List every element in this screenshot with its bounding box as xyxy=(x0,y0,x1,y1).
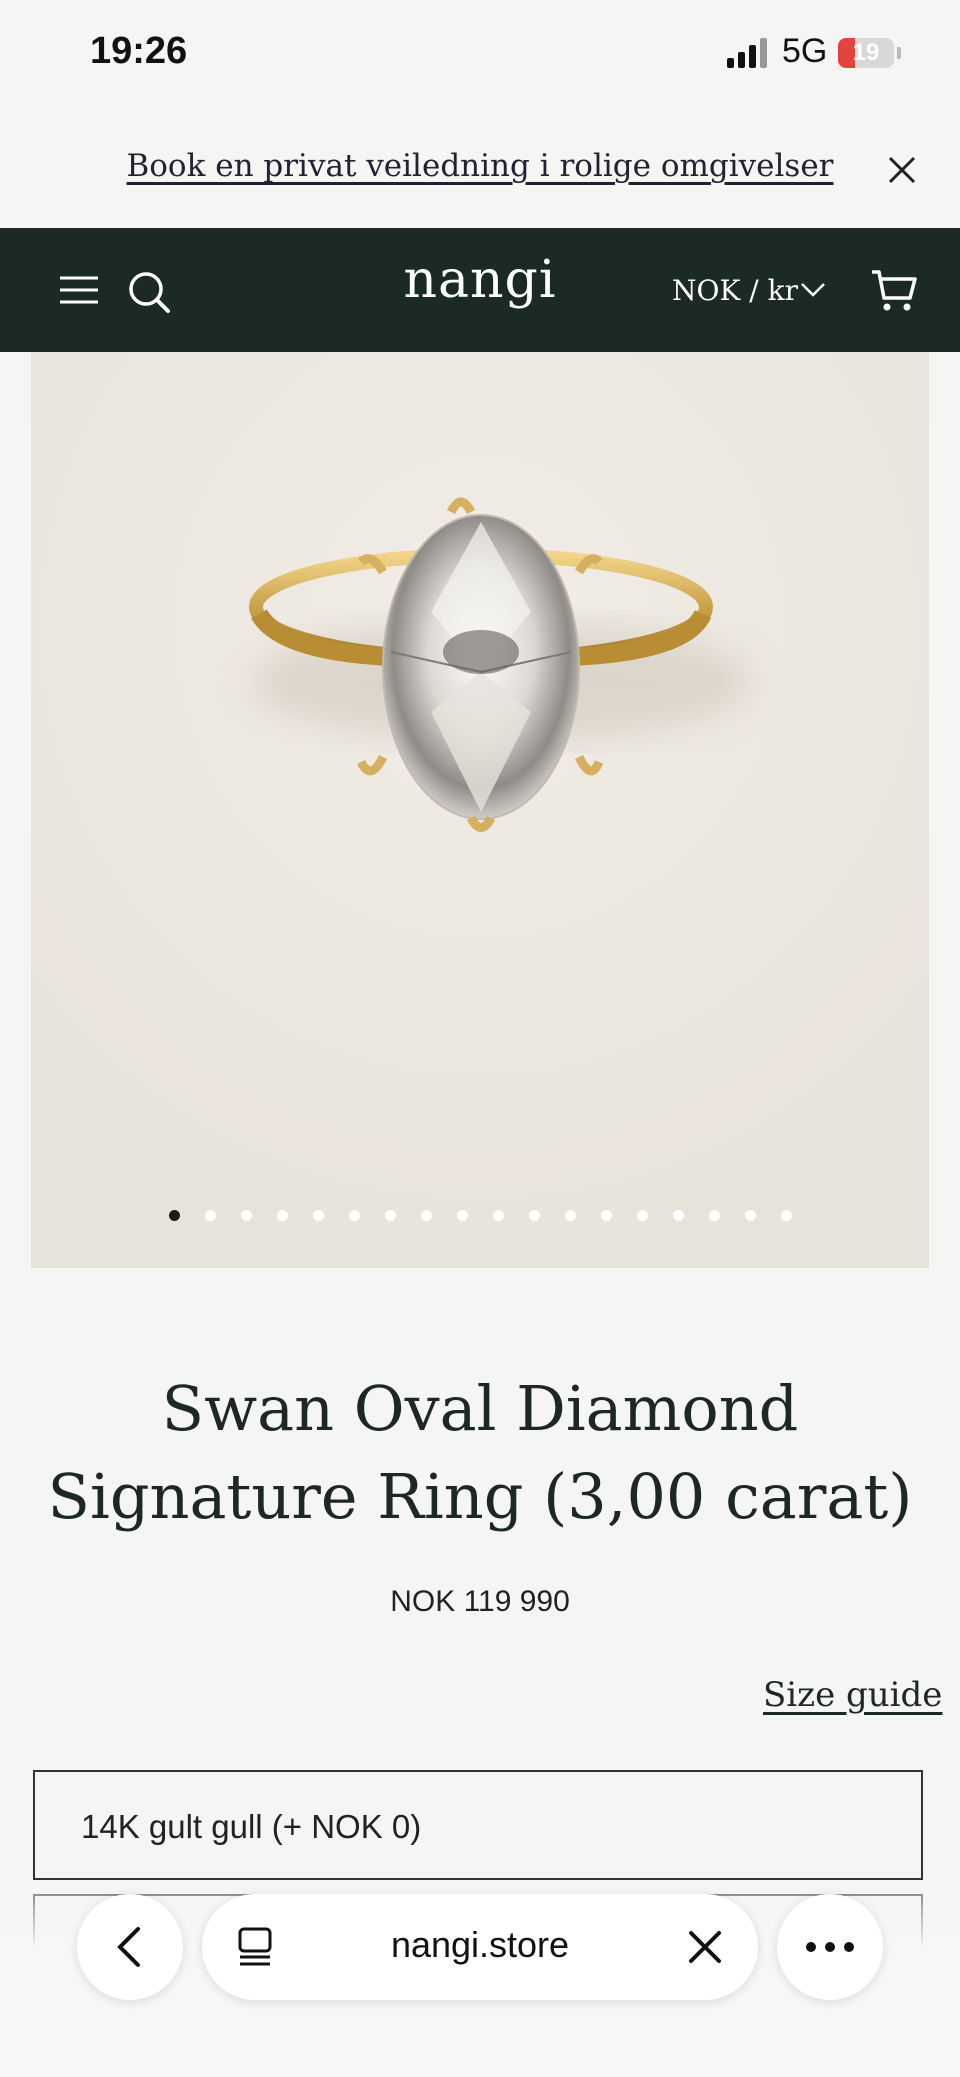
carousel-dot[interactable] xyxy=(169,1210,180,1221)
carousel-dot[interactable] xyxy=(709,1210,720,1221)
carousel-dot[interactable] xyxy=(745,1210,756,1221)
announcement-link[interactable]: Book en privat veiledning i rolige omgiv… xyxy=(0,148,960,184)
carousel-dot[interactable] xyxy=(565,1210,576,1221)
url-text: nangi.store xyxy=(390,1924,570,1965)
carousel-dot[interactable] xyxy=(601,1210,612,1221)
size-guide-link[interactable]: Size guide xyxy=(763,1675,942,1715)
carousel-dot[interactable] xyxy=(205,1210,216,1221)
product-title: Swan Oval Diamond Signature Ring (3,00 c… xyxy=(47,1372,913,1533)
back-button[interactable] xyxy=(77,1894,183,2000)
status-bar: 19:26 5G 19 xyxy=(0,0,960,110)
carousel-dot[interactable] xyxy=(277,1210,288,1221)
carousel-dot[interactable] xyxy=(421,1210,432,1221)
carousel-dot[interactable] xyxy=(385,1210,396,1221)
carousel-dot[interactable] xyxy=(529,1210,540,1221)
currency-selector[interactable]: NOK / kr xyxy=(672,274,798,307)
ring-image xyxy=(31,352,929,1268)
chevron-left-icon xyxy=(117,1927,140,1967)
cart-icon[interactable] xyxy=(870,268,918,314)
battery-icon: 19 xyxy=(838,38,894,68)
product-price: NOK 119 990 xyxy=(390,1585,570,1618)
signal-icon xyxy=(727,38,767,68)
more-options-button[interactable] xyxy=(777,1894,883,2000)
carousel-dot[interactable] xyxy=(313,1210,324,1221)
image-carousel-dots xyxy=(0,1210,960,1230)
carousel-dot[interactable] xyxy=(673,1210,684,1221)
battery-level: 19 xyxy=(852,39,880,66)
close-icon[interactable] xyxy=(884,152,920,188)
metal-option-selected[interactable]: 14K gult gull (+ NOK 0) xyxy=(33,1770,923,1880)
chevron-down-icon[interactable] xyxy=(800,280,826,300)
product-image[interactable] xyxy=(31,352,929,1268)
carousel-dot[interactable] xyxy=(781,1210,792,1221)
carousel-dot[interactable] xyxy=(349,1210,360,1221)
carousel-dot[interactable] xyxy=(241,1210,252,1221)
announcement-bar: Book en privat veiledning i rolige omgiv… xyxy=(0,110,960,228)
address-bar[interactable]: nangi.store xyxy=(202,1894,758,2000)
carousel-dot[interactable] xyxy=(637,1210,648,1221)
metal-option-label: 14K gult gull (+ NOK 0) xyxy=(81,1808,422,1845)
carousel-dot[interactable] xyxy=(457,1210,468,1221)
site-header: nangi NOK / kr xyxy=(0,228,960,352)
carousel-dot[interactable] xyxy=(493,1210,504,1221)
more-icon xyxy=(806,1942,854,1952)
network-type: 5G xyxy=(782,32,828,70)
close-icon[interactable] xyxy=(686,1928,724,1966)
status-time: 19:26 xyxy=(90,30,188,72)
